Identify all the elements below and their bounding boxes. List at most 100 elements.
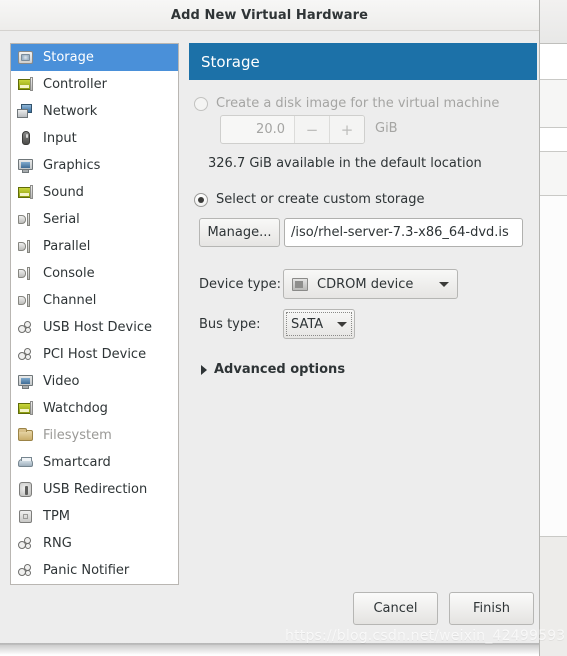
- watermark-text: https://blog.csdn.net/weixin_42499593: [285, 628, 566, 644]
- monitor-icon: [17, 373, 34, 390]
- device-type-label: Device type:: [199, 277, 282, 292]
- device-type-value: CDROM device: [317, 276, 414, 292]
- sidebar-item-rng[interactable]: RNG: [11, 530, 178, 557]
- sidebar-item-label: Storage: [43, 50, 94, 65]
- background-window-row: [540, 44, 567, 80]
- bus-type-dropdown[interactable]: SATA: [283, 309, 355, 339]
- sidebar-item-label: Network: [43, 104, 98, 119]
- sidebar-item-label: Console: [43, 266, 95, 281]
- sidebar-item-panic-notifier[interactable]: Panic Notifier: [11, 557, 178, 584]
- background-window-row: [540, 128, 567, 152]
- disk-size-stepper[interactable]: 20.0 − +: [220, 115, 365, 144]
- custom-storage-radio-row[interactable]: Select or create custom storage: [194, 192, 424, 207]
- dialog-title: Add New Virtual Hardware: [170, 8, 369, 23]
- sidebar-item-label: PCI Host Device: [43, 347, 147, 362]
- sidebar-item-serial[interactable]: Serial: [11, 206, 178, 233]
- cancel-button[interactable]: Cancel: [353, 592, 438, 625]
- hardware-category-list[interactable]: Storage Controller Network Input Graphics Sou…: [10, 43, 179, 585]
- available-space-text: 326.7 GiB available in the default locat…: [208, 156, 482, 171]
- plug-icon: [17, 265, 34, 282]
- chevron-down-icon: [337, 321, 347, 327]
- custom-storage-label: Select or create custom storage: [216, 192, 425, 207]
- usb-icon: [17, 481, 34, 498]
- sidebar-item-parallel[interactable]: Parallel: [11, 233, 178, 260]
- network-icon: [17, 103, 34, 120]
- sidebar-item-smartcard[interactable]: Smartcard: [11, 449, 178, 476]
- sidebar-item-usb-host-device[interactable]: USB Host Device: [11, 314, 178, 341]
- advanced-options-disclosure[interactable]: Advanced options: [201, 362, 345, 377]
- sidebar-item-console[interactable]: Console: [11, 260, 178, 287]
- disk-size-value[interactable]: 20.0: [221, 116, 294, 143]
- sidebar-item-channel[interactable]: Channel: [11, 287, 178, 314]
- sidebar-item-pci-host-device[interactable]: PCI Host Device: [11, 341, 178, 368]
- finish-button[interactable]: Finish: [449, 592, 534, 625]
- create-disk-label: Create a disk image for the virtual mach…: [216, 96, 500, 111]
- sidebar-item-label: USB Host Device: [43, 320, 153, 335]
- sidebar-item-video[interactable]: Video: [11, 368, 178, 395]
- background-window-header: [540, 0, 567, 44]
- storage-path-input[interactable]: /iso/rhel-server-7.3-x86_64-dvd.is: [284, 218, 523, 247]
- panel-title: Storage: [201, 52, 260, 71]
- add-hardware-dialog: Add New Virtual Hardware Storage Controll…: [0, 0, 539, 645]
- sidebar-item-label: Serial: [43, 212, 80, 227]
- sidebar-item-tpm[interactable]: TPM: [11, 503, 178, 530]
- disk-icon: [17, 49, 34, 66]
- disk-size-decrement-button[interactable]: −: [294, 116, 329, 143]
- gears-icon: [17, 562, 34, 579]
- titlebar-separator: [0, 30, 539, 31]
- sidebar-item-label: Filesystem: [43, 428, 112, 443]
- gears-icon: [17, 535, 34, 552]
- sidebar-item-storage[interactable]: Storage: [11, 44, 178, 71]
- panel-header: Storage: [189, 43, 537, 80]
- advanced-options-label: Advanced options: [214, 362, 346, 377]
- cdrom-icon: [292, 277, 308, 291]
- sidebar-item-label: Graphics: [43, 158, 101, 173]
- sidebar-item-input[interactable]: Input: [11, 125, 178, 152]
- mouse-icon: [17, 130, 34, 147]
- sidebar-item-controller[interactable]: Controller: [11, 71, 178, 98]
- sidebar-item-sound[interactable]: Sound: [11, 179, 178, 206]
- sidebar-item-label: Sound: [43, 185, 84, 200]
- create-disk-radio-row[interactable]: Create a disk image for the virtual mach…: [194, 96, 499, 111]
- sidebar-item-label: Watchdog: [43, 401, 108, 416]
- gears-icon: [17, 319, 34, 336]
- card-icon: [17, 76, 34, 93]
- sidebar-item-label: Controller: [43, 77, 107, 92]
- plug-icon: [17, 238, 34, 255]
- chip-icon: [17, 508, 34, 525]
- chevron-down-icon: [439, 281, 449, 287]
- background-window-row: [540, 152, 567, 196]
- smartcard-icon: [17, 454, 34, 471]
- folder-icon: [17, 427, 34, 444]
- sidebar-item-graphics[interactable]: Graphics: [11, 152, 178, 179]
- manage-button[interactable]: Manage...: [199, 218, 280, 247]
- chevron-right-icon: [201, 364, 207, 375]
- background-window: [539, 0, 567, 656]
- background-window-row: [540, 80, 567, 128]
- card-icon: [17, 400, 34, 417]
- card-icon: [17, 184, 34, 201]
- create-disk-radio[interactable]: [194, 96, 208, 111]
- sidebar-item-label: Input: [43, 131, 77, 146]
- disk-size-increment-button[interactable]: +: [329, 116, 364, 143]
- dialog-drop-shadow: [0, 643, 539, 655]
- sidebar-item-watchdog[interactable]: Watchdog: [11, 395, 178, 422]
- sidebar-item-label: Video: [43, 374, 80, 389]
- sidebar-item-label: USB Redirection: [43, 482, 148, 497]
- disk-size-unit-label: GiB: [375, 121, 398, 136]
- sidebar-item-label: Panic Notifier: [43, 563, 130, 578]
- sidebar-item-usb-redirection[interactable]: USB Redirection: [11, 476, 178, 503]
- sidebar-item-label: Parallel: [43, 239, 91, 254]
- sidebar-item-label: Channel: [43, 293, 97, 308]
- plug-icon: [17, 211, 34, 228]
- gears-icon: [17, 346, 34, 363]
- custom-storage-radio[interactable]: [194, 192, 208, 207]
- sidebar-item-filesystem[interactable]: Filesystem: [11, 422, 178, 449]
- sidebar-item-label: Smartcard: [43, 455, 111, 470]
- sidebar-item-network[interactable]: Network: [11, 98, 178, 125]
- sidebar-item-label: TPM: [43, 509, 70, 524]
- sidebar-item-label: RNG: [43, 536, 72, 551]
- monitor-icon: [17, 157, 34, 174]
- device-type-dropdown[interactable]: CDROM device: [283, 269, 458, 299]
- bus-type-label: Bus type:: [199, 317, 261, 332]
